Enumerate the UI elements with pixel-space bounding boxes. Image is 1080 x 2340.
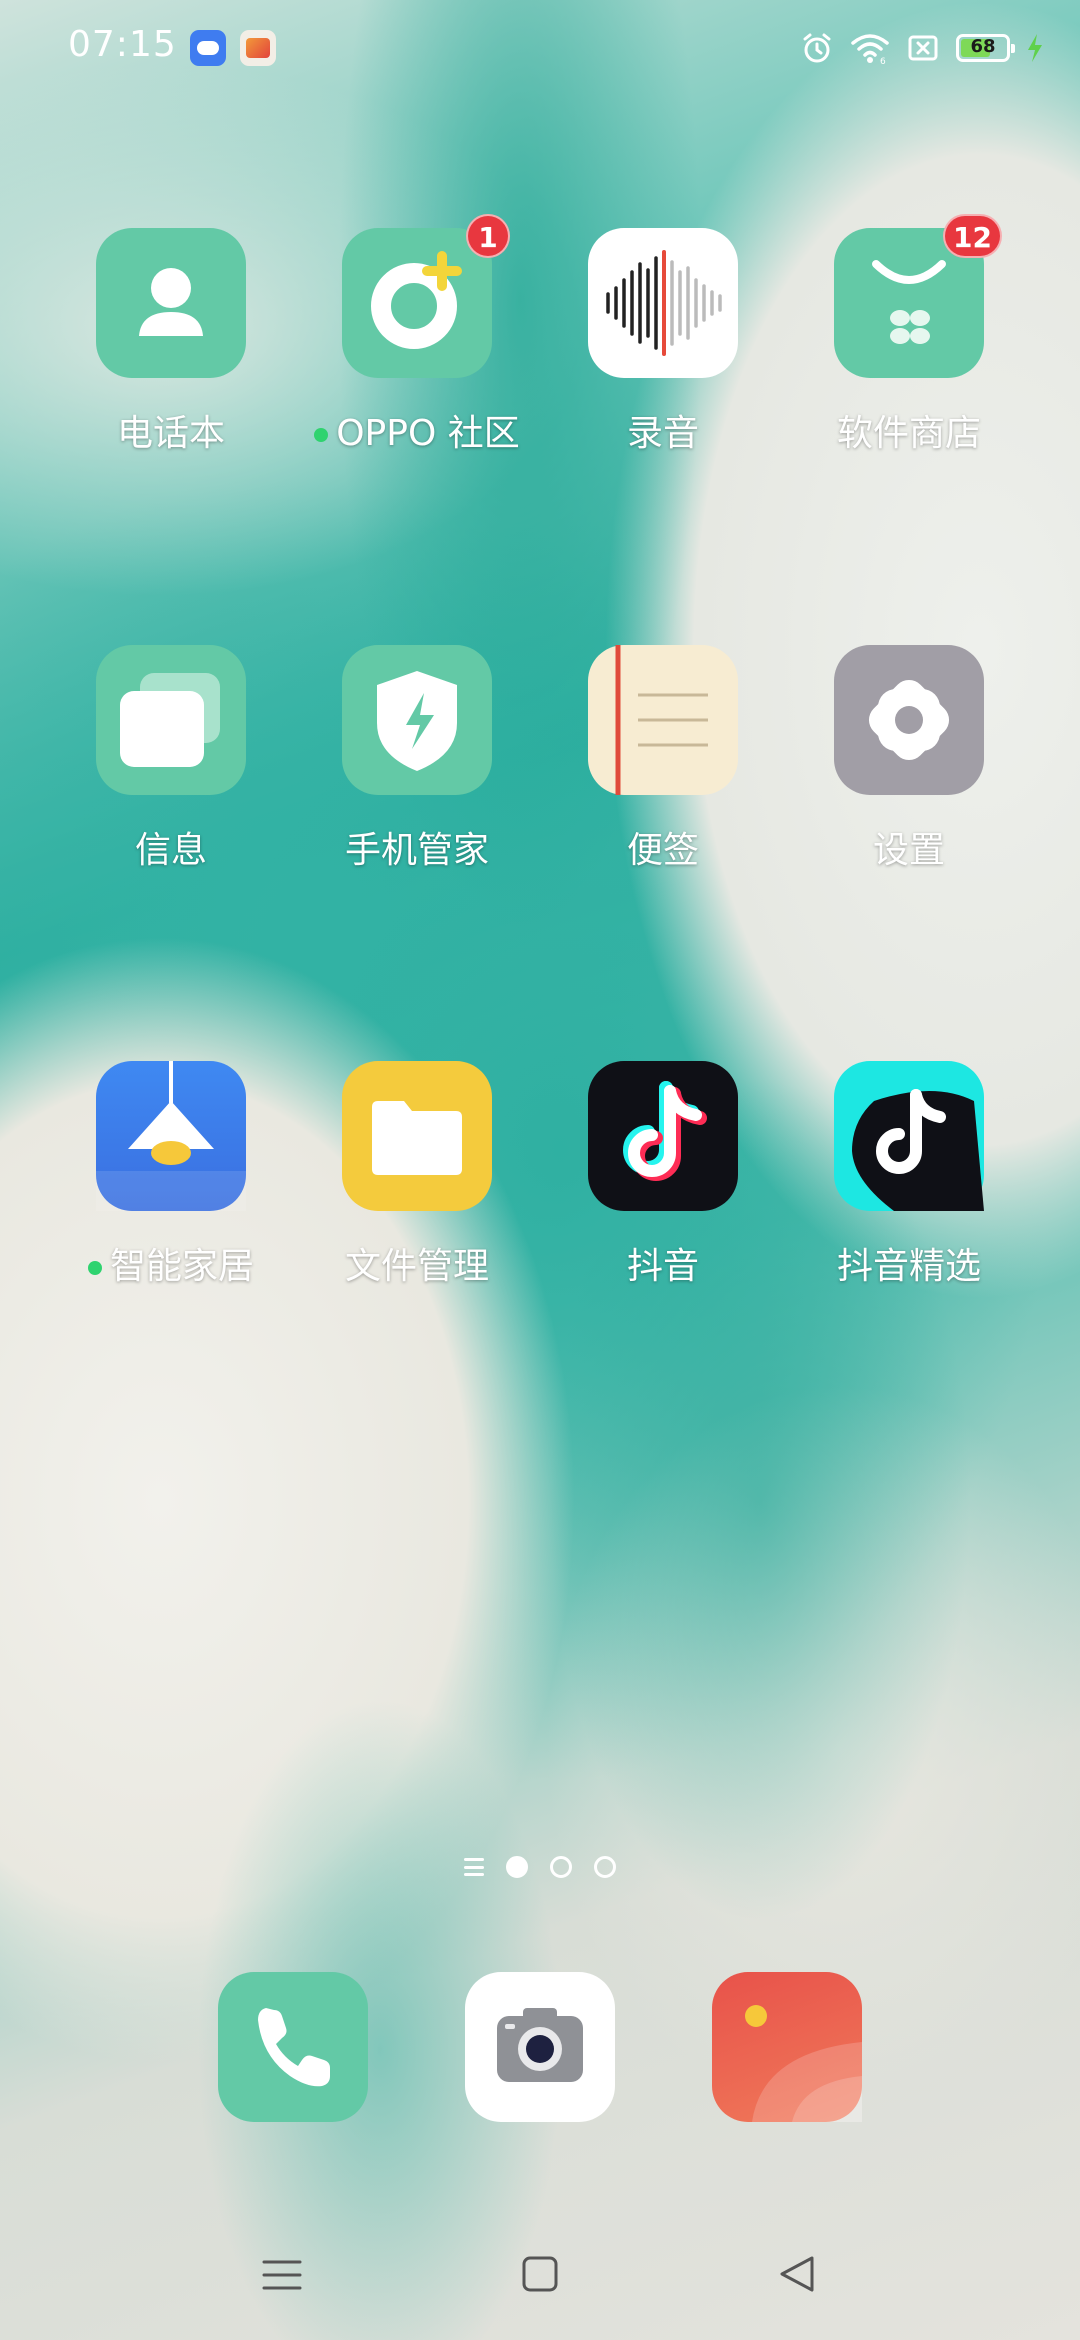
recents-icon [262, 2260, 302, 2290]
camera-icon [497, 2008, 583, 2082]
home-button[interactable] [510, 2250, 570, 2300]
app-settings[interactable]: 设置 [794, 645, 1024, 873]
page-indicator[interactable] [0, 1856, 1080, 1878]
page-dot-2[interactable] [550, 1856, 572, 1878]
cloud-sync-icon [190, 30, 226, 66]
back-icon [780, 2256, 814, 2292]
app-label: 录音 [626, 413, 699, 454]
app-store[interactable]: 12 软件商店 [794, 214, 1024, 456]
battery-icon: 68 [956, 34, 1015, 62]
notification-badge: 1 [466, 214, 510, 258]
douyin-icon [588, 1061, 738, 1211]
messages-icon [96, 645, 246, 795]
app-recorder[interactable]: 录音 [548, 228, 778, 456]
app-label: 信息 [134, 830, 207, 871]
battery-tip [1011, 44, 1015, 53]
recents-button[interactable] [252, 2250, 312, 2300]
alarm-icon [800, 31, 834, 65]
oppo-community-icon: 1 [342, 214, 510, 378]
page-dot-1[interactable] [506, 1856, 528, 1878]
phone-manager-icon [342, 645, 492, 795]
app-contacts[interactable]: 电话本 [56, 228, 286, 456]
recorder-icon [588, 228, 738, 378]
app-file-manager[interactable]: 文件管理 [302, 1061, 532, 1289]
app-notes[interactable]: 便签 [548, 645, 778, 873]
app-oppo-community[interactable]: 1 OPPO 社区 [302, 214, 532, 456]
wifi-icon: 6 [850, 31, 890, 65]
app-label: 智能家居 [56, 1237, 286, 1289]
page-list-icon[interactable] [464, 1858, 484, 1876]
game-app-icon [240, 30, 276, 66]
notes-icon [588, 645, 738, 795]
new-dot [314, 428, 329, 442]
app-label: 抖音 [626, 1246, 699, 1287]
app-smart-home[interactable]: 智能家居 [56, 1061, 286, 1289]
douyin-select-icon [834, 1061, 984, 1211]
app-label: OPPO 社区 [302, 404, 532, 456]
gallery-icon [745, 2005, 862, 2122]
contacts-icon [96, 228, 246, 378]
home-icon [522, 2256, 558, 2292]
app-label: 电话本 [116, 413, 225, 454]
app-label: 设置 [872, 830, 945, 871]
app-label: 便签 [626, 830, 699, 871]
battery-level-text: 68 [970, 36, 996, 57]
system-icons: 6 68 [800, 26, 1044, 70]
status-bar: 07:15 6 68 [0, 0, 1080, 96]
app-douyin-select[interactable]: 抖音精选 [794, 1061, 1024, 1289]
dock-gallery[interactable] [712, 1972, 862, 2122]
no-sim-icon [906, 31, 940, 65]
notification-badge: 12 [943, 214, 1002, 258]
app-label: 手机管家 [344, 830, 489, 871]
app-store-icon: 12 [834, 214, 1002, 378]
file-manager-icon [342, 1061, 492, 1211]
status-time: 07:15 [68, 24, 177, 65]
navigation-bar [0, 2230, 1080, 2320]
new-dot [87, 1261, 102, 1275]
app-douyin[interactable]: 抖音 [548, 1061, 778, 1289]
dock-phone[interactable] [218, 1972, 368, 2122]
svg-text:6: 6 [880, 57, 886, 65]
page-dot-3[interactable] [594, 1856, 616, 1878]
app-label: 抖音精选 [836, 1246, 981, 1287]
charging-icon [1026, 33, 1044, 63]
app-label: 软件商店 [836, 413, 981, 454]
settings-icon [834, 645, 984, 795]
back-button[interactable] [768, 2250, 828, 2300]
app-label: 文件管理 [344, 1246, 489, 1287]
app-phone-manager[interactable]: 手机管家 [302, 645, 532, 873]
app-messages[interactable]: 信息 [56, 645, 286, 873]
dock-camera[interactable] [465, 1972, 615, 2122]
phone-icon [258, 2008, 330, 2087]
smart-home-icon [96, 1061, 246, 1211]
